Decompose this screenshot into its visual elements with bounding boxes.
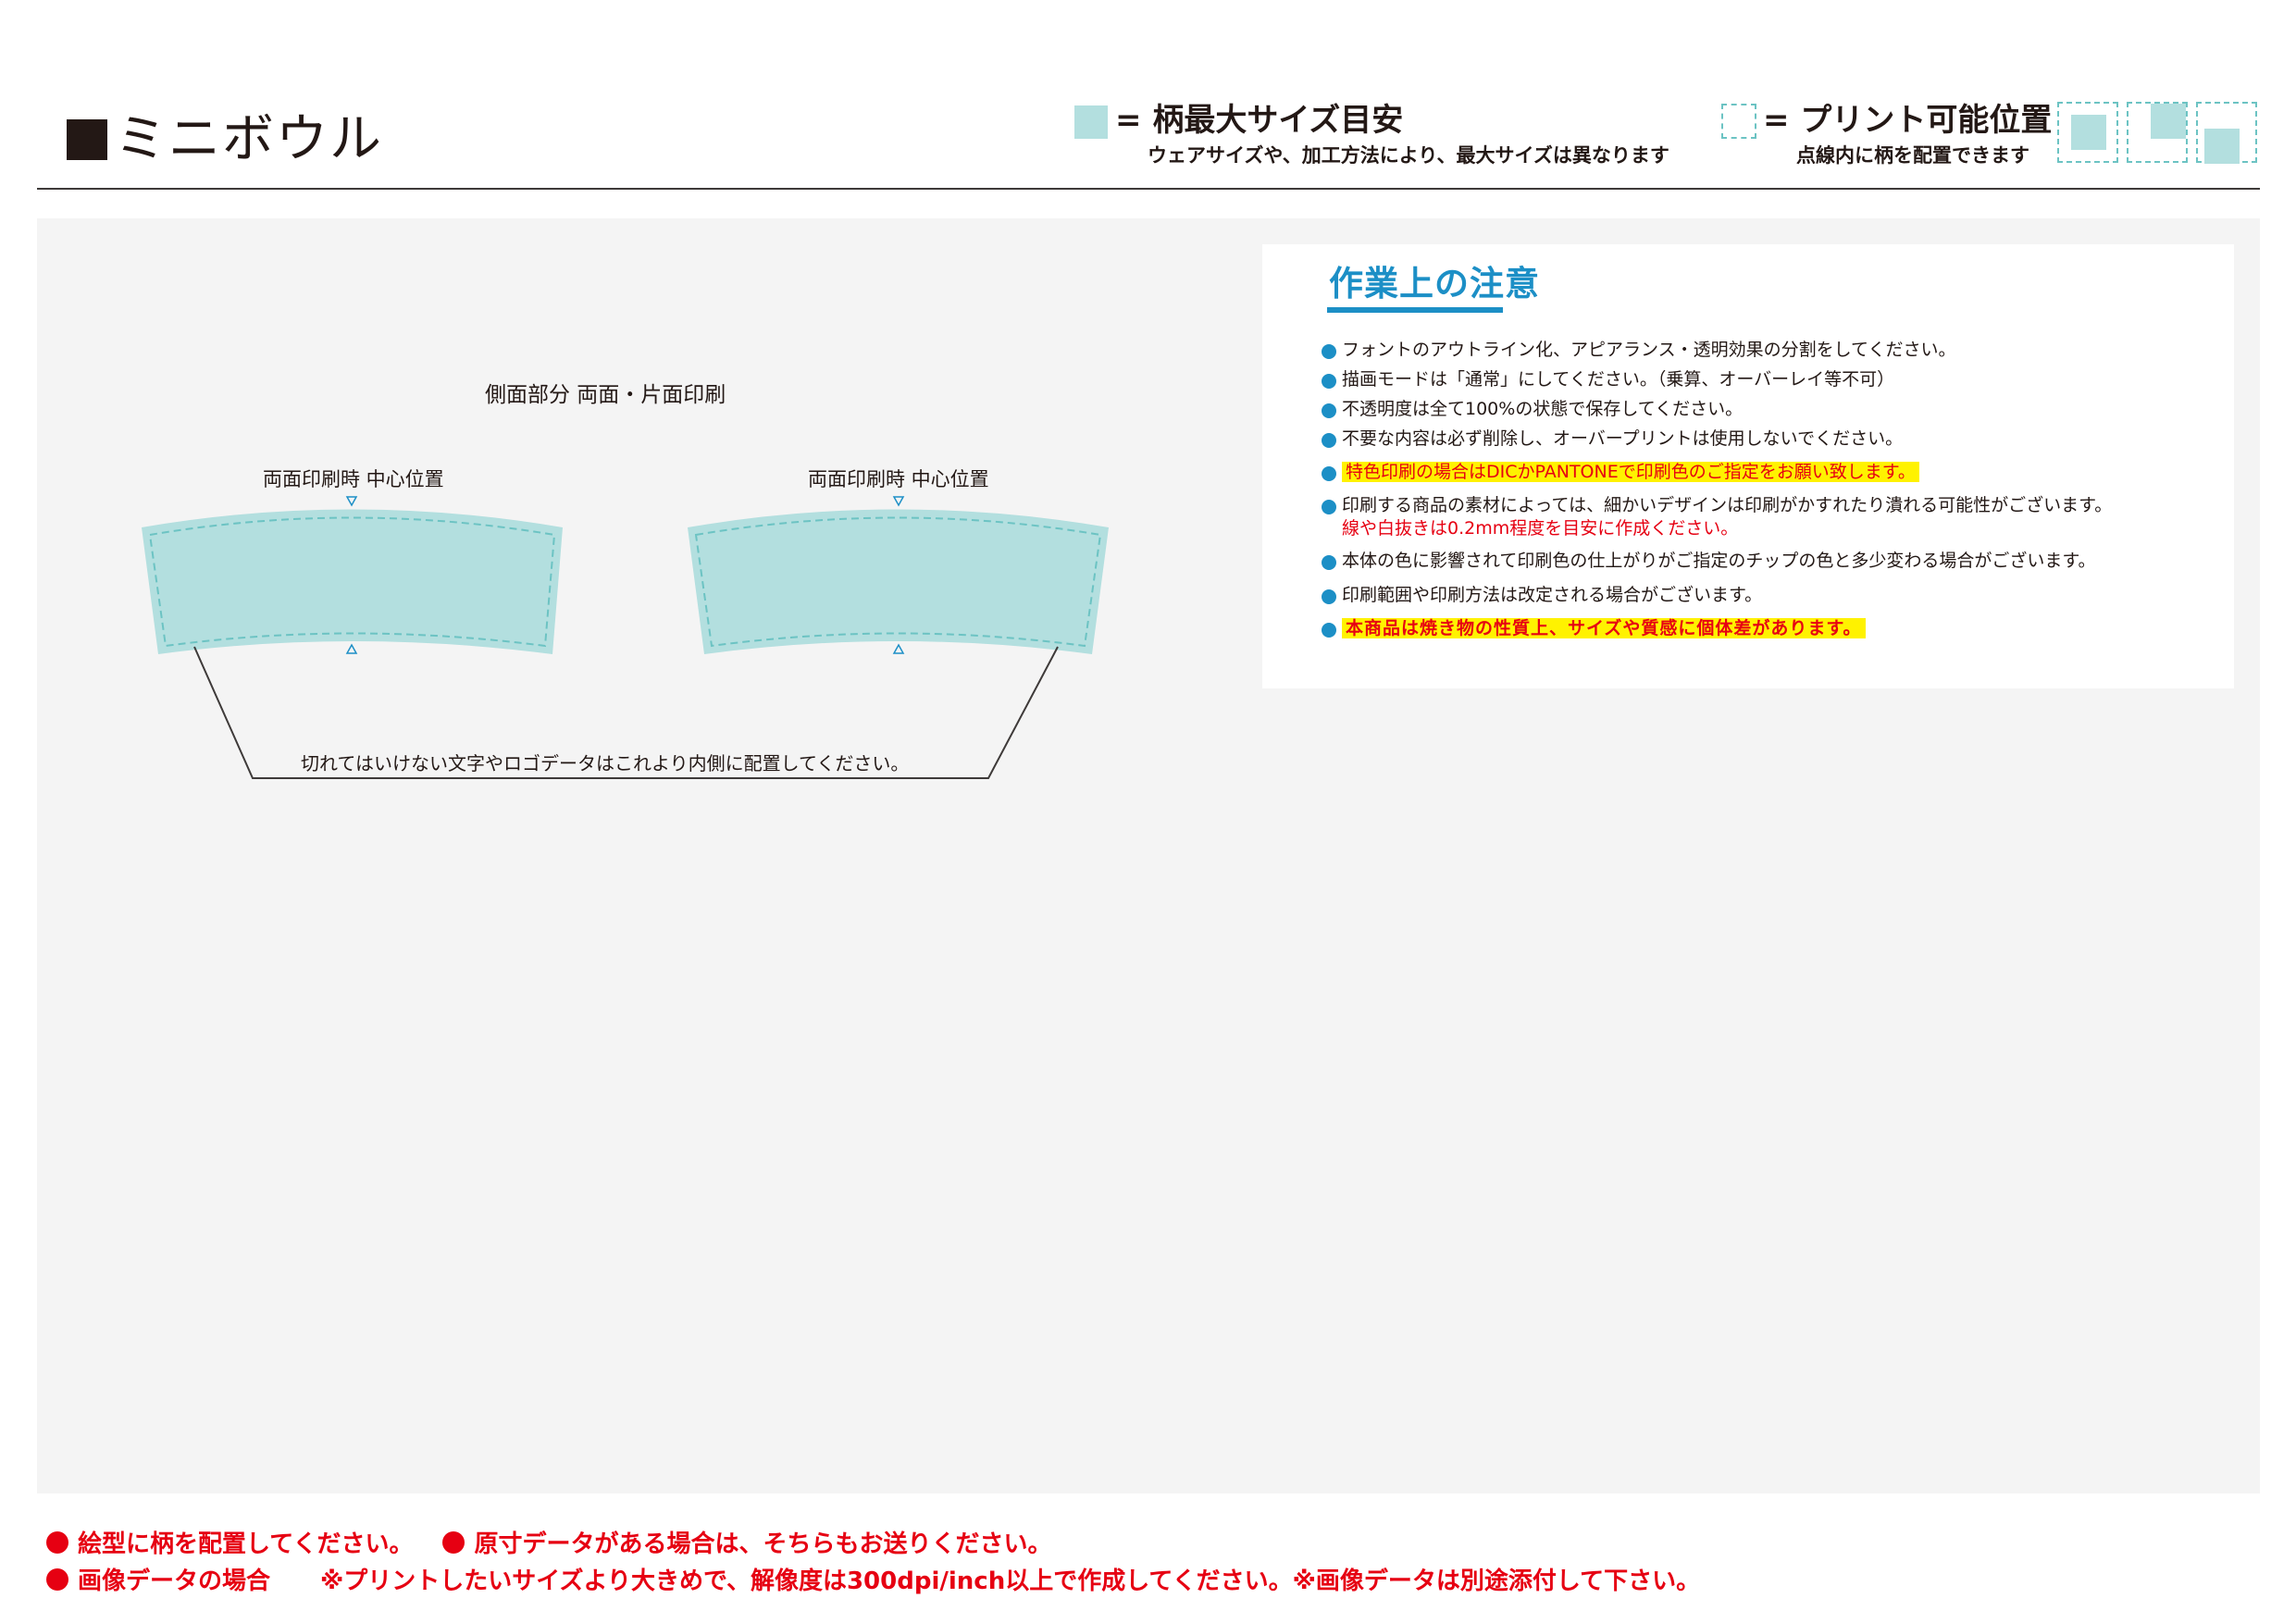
header-divider	[37, 188, 2260, 190]
notice-item: 印刷する商品の素材によっては、細かいデザインは印刷がかすれたり潰れる可能性がござ…	[1322, 494, 2210, 540]
left-bottom-center-marker-icon	[345, 643, 358, 654]
section-label: 側面部分 両面・片面印刷	[485, 383, 726, 407]
example-center-placement-icon	[2057, 102, 2118, 163]
notice-item-subnote: 線や白抜きは0.2mm程度を目安に作成ください。	[1342, 518, 1739, 539]
legend-pattern-note: ウェアサイズや、加工方法により、最大サイズは異なります	[1148, 144, 1669, 167]
left-center-label: 両面印刷時 中心位置	[263, 468, 444, 490]
example-top-placement-icon	[2127, 102, 2188, 163]
notice-item-highlight: 本商品は焼き物の性質上、サイズや質感に個体差があります。	[1322, 617, 2210, 640]
notice-item: 印刷範囲や印刷方法は改定される場合がございます。	[1322, 584, 2210, 607]
legend-print-title: = プリント可能位置	[1763, 102, 2053, 139]
notice-item: フォントのアウトライン化、アピアランス・透明効果の分割をしてください。	[1322, 339, 2210, 362]
notice-item: 不透明度は全て100%の状態で保存してください。	[1322, 398, 2210, 421]
bullet-dot-icon	[46, 1567, 68, 1591]
right-center-label: 両面印刷時 中心位置	[808, 468, 989, 490]
title-square-icon	[67, 119, 107, 160]
notice-heading-underline	[1327, 307, 1503, 313]
footer-image-data-note: ※プリントしたいサイズより大きめで、解像度は300dpi/inch以上で作成して…	[320, 1567, 1701, 1595]
notice-item: 不要な内容は必ず削除し、オーバープリントは使用しないでください。	[1322, 427, 2210, 451]
footer-instruction-original-data: 原寸データがある場合は、そちらもお送りください。	[474, 1530, 1052, 1558]
notice-item-highlight: 特色印刷の場合はDICかPANTONEで印刷色のご指定をお願い致します。	[1322, 461, 2210, 484]
inner-safe-area-note: 切れてはいけない文字やロゴデータはこれより内側に配置してください。	[301, 752, 910, 774]
notice-heading: 作業上の注意	[1329, 264, 1540, 304]
pattern-swatch-icon	[1074, 105, 1108, 139]
footer-line-2: 画像データの場合 ※プリントしたいサイズより大きめで、解像度は300dpi/in…	[46, 1562, 1700, 1596]
bullet-dot-icon	[442, 1530, 465, 1554]
right-top-center-marker-icon	[892, 496, 905, 507]
bowl-side-template	[142, 496, 1109, 779]
notice-list: フォントのアウトライン化、アピアランス・透明効果の分割をしてください。 描画モー…	[1322, 339, 2210, 640]
bullet-dot-icon	[46, 1530, 68, 1554]
page-title: ミニボウル	[115, 109, 383, 169]
notice-item: 本体の色に影響されて印刷色の仕上がりがご指定のチップの色と多少変わる場合がござい…	[1322, 550, 2210, 573]
print-area-dashed-icon	[1721, 104, 1756, 139]
legend-pattern-title: = 柄最大サイズ目安	[1115, 102, 1404, 139]
right-band-pattern	[688, 509, 1109, 654]
right-bottom-center-marker-icon	[892, 643, 905, 654]
page-title-block: ミニボウル	[67, 109, 383, 170]
left-top-center-marker-icon	[345, 496, 358, 507]
footer-instruction-layout: 絵型に柄を配置してください。	[78, 1530, 414, 1558]
legend-print-note: 点線内に柄を配置できます	[1796, 144, 2029, 167]
notice-item: 描画モードは「通常」にしてください。（乗算、オーバーレイ等不可）	[1322, 368, 2210, 391]
example-bottom-placement-icon	[2196, 102, 2257, 164]
footer-line-1: 絵型に柄を配置してください。 原寸データがある場合は、そちらもお送りください。	[46, 1525, 1051, 1559]
work-notice-panel: 作業上の注意 フォントのアウトライン化、アピアランス・透明効果の分割をしてくださ…	[1262, 244, 2234, 688]
footer-image-data-label: 画像データの場合	[78, 1567, 271, 1595]
